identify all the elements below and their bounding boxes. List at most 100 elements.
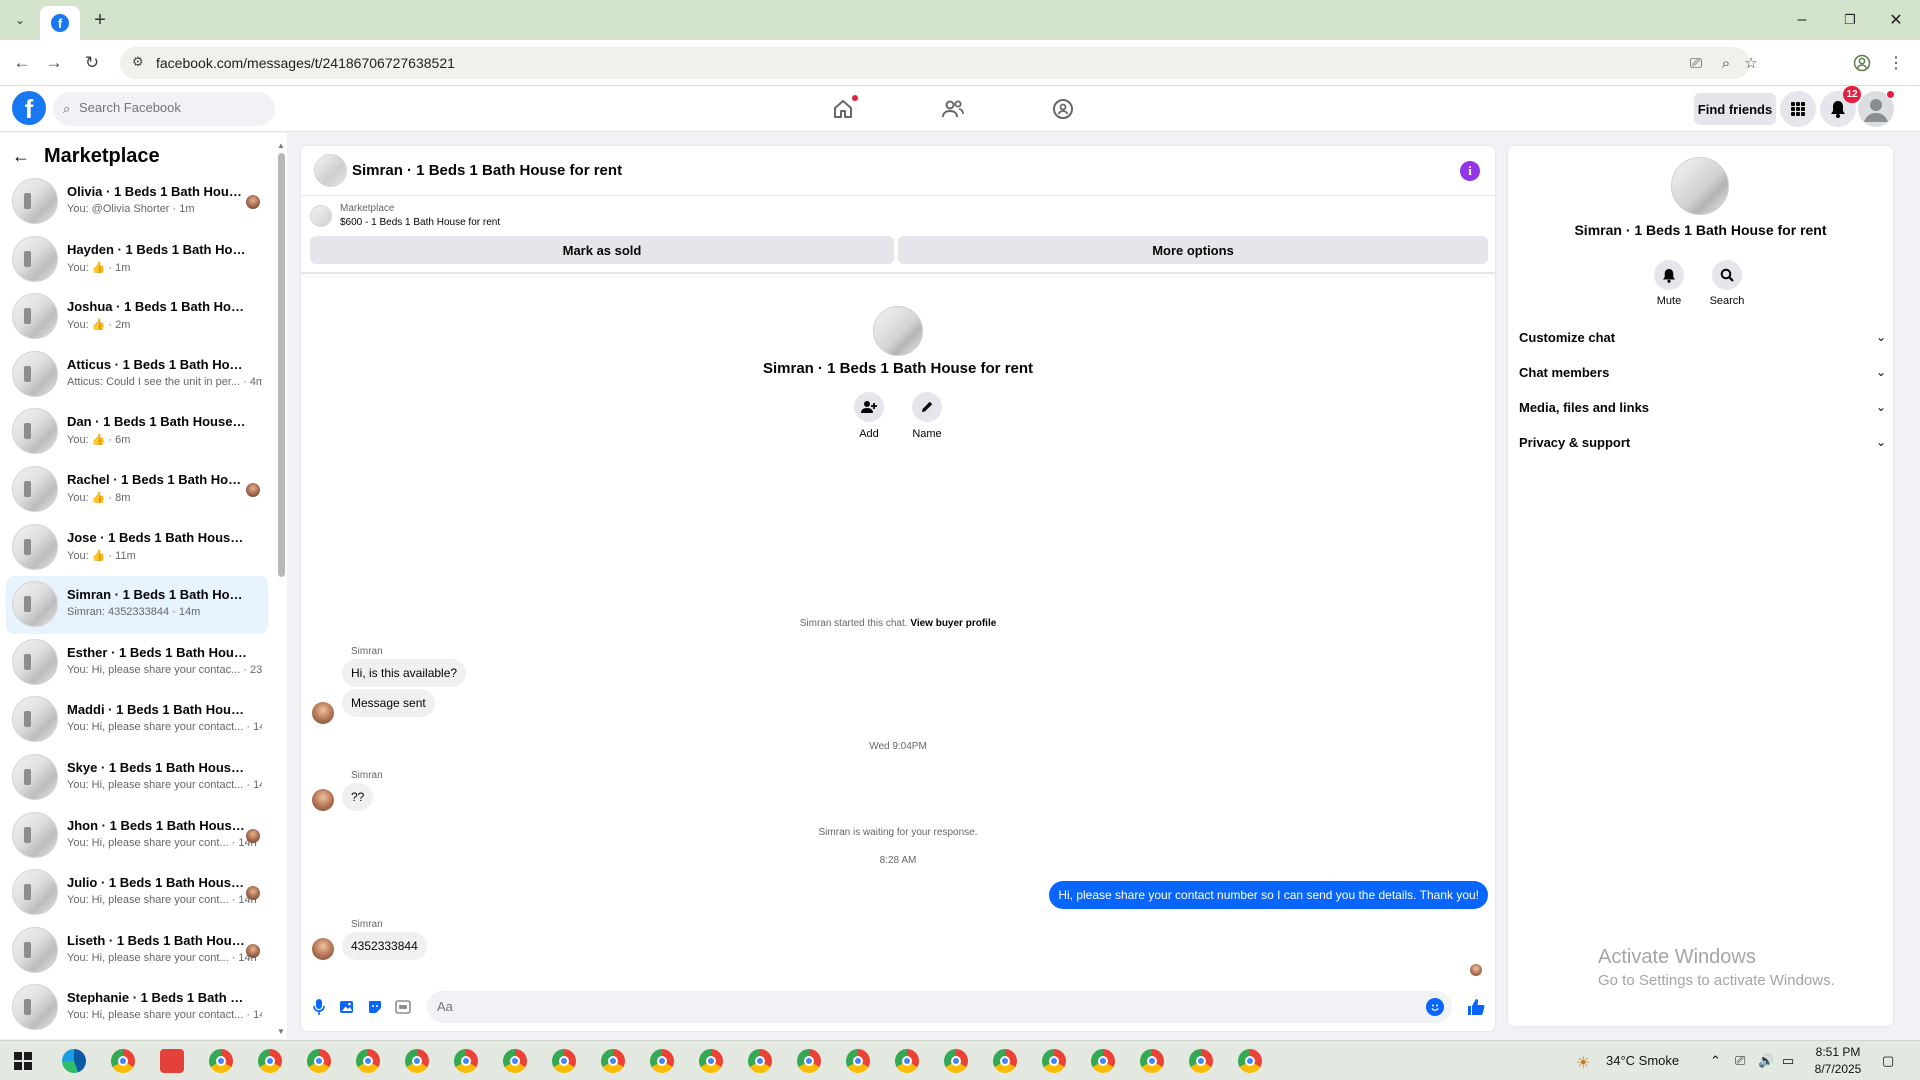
listing-summary[interactable]: Marketplace $600 - 1 Beds 1 Bath House f… [310,201,1490,231]
outgoing-message[interactable]: Hi, please share your contact number so … [1049,881,1488,909]
chrome-app-icon[interactable] [601,1049,625,1073]
chrome-app-icon[interactable] [307,1049,331,1073]
media-files-links-section[interactable]: Media, files and links ⌄ [1519,392,1889,422]
message-input-field[interactable] [427,991,1452,1023]
address-bar[interactable]: ⚙ facebook.com/messages/t/24186706727638… [120,47,1758,79]
chat-title[interactable]: Simran · 1 Beds 1 Bath House for rent [352,162,622,179]
back-arrow-icon[interactable]: ← [10,51,34,75]
sidebar-scrollbar[interactable]: ▲ ▼ [276,141,286,1037]
browser-menu-icon[interactable]: ⋮ [1884,51,1908,75]
sticker-icon[interactable] [364,996,386,1018]
chat-members-section[interactable]: Chat members ⌄ [1519,357,1889,387]
chrome-app-icon[interactable] [111,1049,135,1073]
minimize-window-button[interactable]: – [1790,8,1814,32]
customize-chat-section[interactable]: Customize chat ⌄ [1519,322,1889,352]
speaker-icon[interactable]: 🔊 [1758,1053,1774,1069]
chrome-app-icon[interactable] [846,1049,870,1073]
chevron-up-icon[interactable]: ⌃ [1710,1053,1721,1069]
conversation-item[interactable]: Julio · 1 Beds 1 Bath House fo... You: H… [6,864,268,922]
chrome-app-icon[interactable] [895,1049,919,1073]
conversation-item[interactable]: Esther · 1 Beds 1 Bath House for ... You… [6,634,268,692]
conversation-item[interactable]: Maddi · 1 Beds 1 Bath House for... You: … [6,691,268,749]
bookmark-star-icon[interactable]: ☆ [1740,52,1762,74]
conversation-item[interactable]: Atticus · 1 Beds 1 Bath House fo... Atti… [6,346,268,404]
chrome-app-icon[interactable] [1140,1049,1164,1073]
sender-avatar[interactable] [312,789,334,811]
notifications-bell-icon[interactable]: 12 [1820,86,1861,127]
conversation-item-active[interactable]: Simran · 1 Beds 1 Bath House fo... Simra… [6,576,268,634]
chrome-app-icon[interactable] [1091,1049,1115,1073]
conversation-item[interactable]: Olivia · 1 Beds 1 Bath House f... You: @… [6,173,268,231]
conversation-item[interactable]: Hayden · 1 Beds 1 Bath House f... You: 👍… [6,231,268,289]
site-info-icon[interactable]: ⚙ [132,54,144,70]
more-options-button[interactable]: More options [898,236,1488,264]
incoming-message[interactable]: Hi, is this available? [342,659,467,687]
conversation-item[interactable]: Jose · 1 Beds 1 Bath House for r... You:… [6,519,268,577]
chrome-app-icon[interactable] [748,1049,772,1073]
weather-icon[interactable]: ☀ [1576,1053,1590,1073]
add-people-action[interactable]: Add [839,392,899,440]
account-avatar[interactable] [1858,90,1895,127]
system-clock[interactable]: 8:51 PM 8/7/2025 [1800,1044,1876,1078]
browser-tab-facebook[interactable]: f [40,6,80,40]
conversation-item[interactable]: Joshua · 1 Beds 1 Bath House fo... You: … [6,288,268,346]
restore-window-button[interactable]: ❐ [1838,8,1862,32]
chrome-app-icon[interactable] [699,1049,723,1073]
chat-avatar[interactable] [314,154,347,187]
scroll-down-arrow-icon[interactable]: ▼ [276,1027,286,1037]
chrome-app-icon[interactable] [650,1049,674,1073]
windows-start-icon[interactable] [14,1052,32,1070]
find-friends-button[interactable]: Find friends [1694,93,1776,125]
conversation-item[interactable]: Dan · 1 Beds 1 Bath House for re... You:… [6,403,268,461]
view-buyer-profile-link[interactable]: View buyer profile [910,618,996,629]
address-url[interactable]: facebook.com/messages/t/2418670672763852… [156,55,455,71]
new-tab-button[interactable]: + [88,8,112,32]
mute-action[interactable]: Mute [1639,260,1699,307]
chrome-app-icon[interactable] [1238,1049,1262,1073]
sender-avatar[interactable] [312,702,334,724]
chrome-app-icon[interactable] [993,1049,1017,1073]
chrome-app-icon[interactable] [1042,1049,1066,1073]
incoming-message[interactable]: Message sent [342,689,435,717]
profile-icon[interactable] [1850,51,1874,75]
thumbs-up-icon[interactable] [1465,996,1487,1018]
sender-avatar[interactable] [312,938,334,960]
conversation-item[interactable]: Stephanie · 1 Beds 1 Bath House... You: … [6,979,268,1037]
notification-center-icon[interactable]: ▢ [1882,1053,1894,1069]
facebook-search[interactable]: ⌕ [53,92,275,126]
chrome-app-icon[interactable] [503,1049,527,1073]
conversation-item[interactable]: Rachel · 1 Beds 1 Bath House ... You: 👍 … [6,461,268,519]
install-app-icon[interactable]: ⎚ [1685,52,1707,74]
zoom-icon[interactable]: ⌕ [1715,52,1737,74]
chrome-app-icon[interactable] [944,1049,968,1073]
conversation-item[interactable]: Jhon · 1 Beds 1 Bath House fo... You: Hi… [6,807,268,865]
rename-action[interactable]: Name [897,392,957,440]
close-window-button[interactable]: ✕ [1884,8,1908,32]
chrome-app-icon[interactable] [209,1049,233,1073]
edge-browser-icon[interactable] [62,1049,86,1073]
chrome-app-icon[interactable] [454,1049,478,1073]
info-icon[interactable]: i [1460,161,1480,181]
tab-search-dropdown-icon[interactable]: ⌄ [8,8,32,32]
facebook-logo-icon[interactable]: f [12,91,46,125]
mark-as-sold-button[interactable]: Mark as sold [310,236,894,264]
photo-icon[interactable] [336,996,358,1018]
chrome-app-icon[interactable] [356,1049,380,1073]
chrome-app-icon[interactable] [1189,1049,1213,1073]
back-arrow-icon[interactable]: ← [12,146,38,167]
emoji-icon[interactable] [1426,998,1444,1016]
scrollbar-thumb[interactable] [278,153,285,577]
network-icon[interactable]: ▭ [1782,1053,1794,1069]
chrome-app-icon[interactable] [552,1049,576,1073]
message-input[interactable] [437,999,1417,1014]
reload-icon[interactable]: ↻ [80,51,104,75]
privacy-support-section[interactable]: Privacy & support ⌄ [1519,427,1889,457]
conversation-item[interactable]: Skye · 1 Beds 1 Bath House for r... You:… [6,749,268,807]
search-input[interactable] [79,100,264,115]
menu-grid-icon[interactable] [1780,91,1816,127]
microphone-icon[interactable] [308,996,330,1018]
gif-icon[interactable] [392,996,414,1018]
groups-nav-icon[interactable] [1048,94,1078,124]
incoming-message[interactable]: ?? [342,783,374,811]
meet-now-icon[interactable]: ⎚ [1735,1053,1745,1069]
